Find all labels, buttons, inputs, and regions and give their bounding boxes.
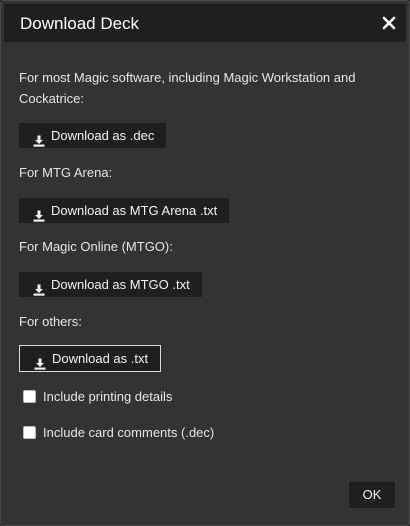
card-comments-label: Include card comments (.dec): [43, 425, 215, 440]
download-icon: [33, 205, 45, 222]
printing-details-label: Include printing details: [43, 389, 173, 404]
option-card-comments[interactable]: Include card comments (.dec): [23, 425, 214, 440]
download-arena-label: Download as MTG Arena .txt: [51, 203, 218, 218]
download-mtgo-button[interactable]: Download as MTGO .txt: [19, 272, 202, 297]
download-icon: [34, 353, 46, 370]
download-dec-button[interactable]: Download as .dec: [19, 123, 167, 148]
section-label-arena: For MTG Arena:: [19, 165, 113, 180]
download-txt-button[interactable]: Download as .txt: [19, 345, 162, 372]
section-label-mtgo: For Magic Online (MTGO):: [19, 239, 173, 254]
close-icon[interactable]: [380, 14, 398, 32]
section-label-dec: For most Magic software, including Magic…: [19, 70, 356, 106]
dialog-header: Download Deck: [4, 4, 406, 42]
download-arena-button[interactable]: Download as MTG Arena .txt: [19, 198, 230, 223]
ok-button[interactable]: OK: [349, 482, 395, 508]
download-dec-label: Download as .dec: [51, 128, 155, 143]
printing-details-checkbox[interactable]: [23, 390, 36, 403]
card-comments-checkbox[interactable]: [23, 426, 36, 439]
option-printing-details[interactable]: Include printing details: [23, 389, 172, 404]
dialog-title: Download Deck: [20, 14, 140, 33]
download-txt-label: Download as .txt: [52, 351, 149, 366]
download-icon: [33, 130, 45, 147]
section-label-others: For others:: [19, 314, 82, 329]
download-icon: [33, 279, 45, 296]
download-mtgo-label: Download as MTGO .txt: [51, 277, 190, 292]
download-deck-dialog: Download Deck For most Magic software, i…: [0, 0, 410, 526]
